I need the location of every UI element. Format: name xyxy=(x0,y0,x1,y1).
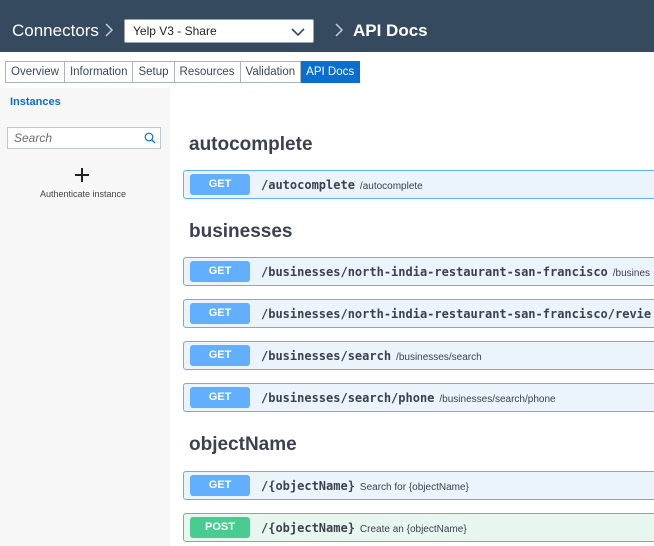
chevron-right-icon xyxy=(105,23,114,37)
tab-overview[interactable]: Overview xyxy=(5,61,65,83)
section-heading-businesses[interactable]: businesses xyxy=(189,221,293,243)
operation-summary: Create an {objectName} xyxy=(359,524,467,535)
method-badge: POST xyxy=(190,517,250,538)
tab-api-docs[interactable]: API Docs xyxy=(301,61,361,83)
operation-summary: /businesses/search/phone xyxy=(439,394,556,405)
connector-select[interactable]: Yelp V3 - Share xyxy=(124,19,314,43)
operation-path: /businesses/north-india-restaurant-san-f… xyxy=(261,265,651,279)
operation-summary: /businesses/search xyxy=(396,352,482,363)
tab-validation[interactable]: Validation xyxy=(240,61,302,83)
search-box xyxy=(7,127,161,149)
operation-post-objectname[interactable]: POST /{objectName} Create an {objectName} xyxy=(183,513,654,542)
breadcrumb-current: API Docs xyxy=(353,21,428,40)
plus-icon[interactable] xyxy=(74,167,90,183)
operation-get-business-detail[interactable]: GET /businesses/north-india-restaurant-s… xyxy=(183,257,654,286)
method-badge: GET xyxy=(190,174,250,195)
operation-get-objectname[interactable]: GET /{objectName} Search for {objectName} xyxy=(183,471,654,500)
operation-get-autocomplete[interactable]: GET /autocomplete/autocomplete xyxy=(183,170,654,199)
connector-select-value: Yelp V3 - Share xyxy=(133,24,217,38)
chevron-right-icon xyxy=(335,23,344,37)
method-badge: GET xyxy=(190,303,250,324)
operation-path: /businesses/north-india-restaurant-san-f… xyxy=(261,307,652,321)
method-badge: GET xyxy=(190,345,250,366)
operation-path: /businesses/search/businesses/search xyxy=(261,349,482,363)
chevron-down-icon xyxy=(291,28,305,37)
method-badge: GET xyxy=(190,261,250,282)
section-heading-autocomplete[interactable]: autocomplete xyxy=(189,134,313,156)
section-heading-objectname[interactable]: objectName xyxy=(189,434,297,456)
tab-resources[interactable]: Resources xyxy=(174,61,241,83)
authenticate-instance-link[interactable]: Authenticate instance xyxy=(0,189,166,199)
operation-get-businesses-search[interactable]: GET /businesses/search/businesses/search xyxy=(183,341,654,370)
operation-get-business-reviews[interactable]: GET /businesses/north-india-restaurant-s… xyxy=(183,299,654,328)
operation-summary: Search for {objectName} xyxy=(359,482,469,493)
search-input[interactable] xyxy=(8,128,138,148)
instances-sidebar: Instances Authenticate instance xyxy=(0,88,170,546)
tab-setup[interactable]: Setup xyxy=(133,61,175,83)
operation-path: /{objectName} Create an {objectName} xyxy=(261,521,467,535)
operation-path: /businesses/search/phone/businesses/sear… xyxy=(261,391,556,405)
method-badge: GET xyxy=(190,475,250,496)
tab-information[interactable]: Information xyxy=(64,61,134,83)
operation-summary: /autocomplete xyxy=(359,181,423,192)
operation-get-businesses-search-phone[interactable]: GET /businesses/search/phone/businesses/… xyxy=(183,383,654,412)
operation-path: /autocomplete/autocomplete xyxy=(261,178,423,192)
top-bar: Connectors Yelp V3 - Share API Docs xyxy=(0,0,654,52)
brand-title[interactable]: Connectors xyxy=(12,21,99,41)
operation-path: /{objectName} Search for {objectName} xyxy=(261,479,469,493)
operation-summary: /busines xyxy=(612,268,651,279)
tab-bar: Overview Information Setup Resources Val… xyxy=(5,61,361,83)
sidebar-title: Instances xyxy=(10,96,61,108)
method-badge: GET xyxy=(190,387,250,408)
search-icon[interactable] xyxy=(144,132,156,144)
